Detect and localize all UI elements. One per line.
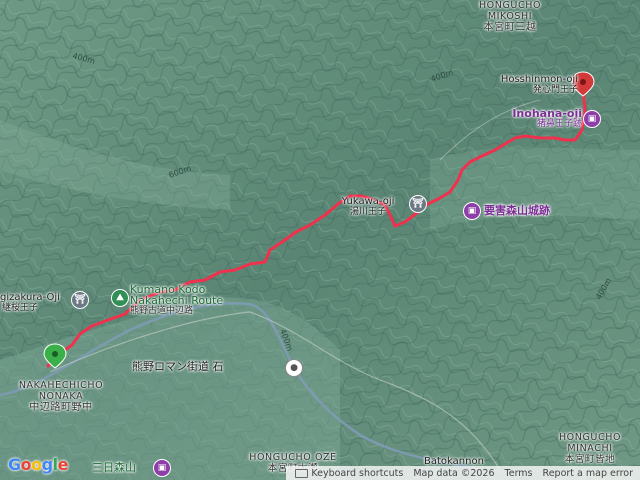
map-data-attribution: Map data ©2026: [413, 467, 495, 479]
place-label-yogaimoriyama[interactable]: 要害森山城跡: [484, 205, 550, 216]
place-label-yukawa[interactable]: Yukawa-oji 湯川王子: [328, 196, 408, 218]
locality-name-ja: 本宮町皆地: [564, 454, 616, 465]
landmark-icon[interactable]: ▣: [154, 460, 170, 476]
place-label-inohana[interactable]: Inohana-oji 猪鼻王子跡: [500, 108, 582, 130]
locality-name: MINACHI: [567, 443, 613, 454]
landmark-icon[interactable]: ●: [286, 360, 302, 376]
keyboard-shortcuts-label: Keyboard shortcuts: [311, 467, 404, 479]
place-name-ja: 湯川王子: [349, 207, 386, 217]
place-label-roman-kaido[interactable]: 熊野ロマン街道 石: [132, 361, 224, 372]
place-label-kumano-kodo[interactable]: Kumano Kodo Nakahechi Route 熊野古道中辺路: [130, 284, 223, 317]
locality-name: HONGUCHO: [478, 0, 542, 11]
locality-name: NAKAHECHICHO: [18, 380, 104, 391]
place-name: Nakahechi Route: [130, 294, 224, 307]
place-name: Inohana-oji: [512, 107, 582, 120]
keyboard-shortcuts-link[interactable]: Keyboard shortcuts: [290, 468, 408, 479]
locality-name: HONGUCHO: [558, 432, 622, 443]
google-logo: Google: [8, 455, 68, 474]
locality-name: NONAKA: [38, 391, 84, 402]
torii-icon[interactable]: ⛩: [410, 196, 426, 212]
keyboard-icon: [295, 468, 309, 478]
landmark-icon[interactable]: ▣: [584, 111, 600, 127]
place-name-ja: 猪鼻王子跡: [536, 119, 582, 129]
place-name-ja: 継桜王子: [2, 303, 39, 313]
terms-link[interactable]: Terms: [500, 468, 538, 479]
landmark-icon[interactable]: ⛰: [112, 290, 128, 306]
place-name: Yukawa-oji: [341, 196, 395, 207]
locality-label: HONGUCHO MIKOSHI 本宮町三越: [450, 0, 570, 33]
map-footer: Keyboard shortcuts Map data ©2026 Terms …: [286, 466, 640, 480]
locality-name-ja: 本宮町三越: [483, 22, 537, 33]
locality-name: MIKOSHI: [487, 11, 533, 22]
locality-label: NAKAHECHICHO NONAKA 中辺路町野中: [8, 380, 114, 413]
landmark-icon[interactable]: ▣: [464, 203, 480, 219]
place-label-hosshinmon[interactable]: Hosshinmon-oji 発心門王子: [466, 74, 578, 96]
place-name: Tsugizakura-Oji: [0, 292, 60, 303]
place-name: Hosshinmon-oji: [500, 74, 578, 85]
place-label-tsugizakura[interactable]: Tsugizakura-Oji 継桜王子: [0, 292, 60, 314]
torii-icon[interactable]: ⛩: [72, 292, 88, 308]
report-error-link[interactable]: Report a map error: [538, 468, 638, 479]
locality-name-ja: 中辺路町野中: [29, 402, 93, 413]
place-name-ja: 発心門王子: [532, 85, 578, 95]
locality-name: HONGUCHO OZE: [249, 452, 337, 463]
place-label-mikkamoriyama[interactable]: 三日森山: [92, 462, 136, 473]
locality-label: HONGUCHO MINACHI 本宮町皆地: [540, 432, 640, 465]
place-name-ja: 熊野古道中辺路: [130, 306, 194, 316]
